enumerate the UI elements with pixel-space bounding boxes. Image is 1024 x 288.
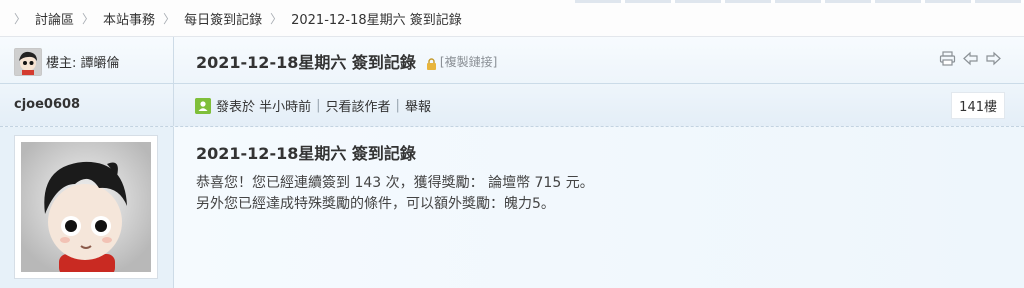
copy-link-button[interactable]: [複製鏈接] [440,53,497,70]
breadcrumb-forum[interactable]: 討論區 [35,9,74,28]
post-content: 恭喜您！您已經連續簽到 143 次，獲得獎勵： 論壇幣 715 元。 另外您已經… [196,173,594,215]
breadcrumb-daily-checkin[interactable]: 每日簽到記錄 [184,9,262,28]
floor-number[interactable]: 141樓 [951,92,1005,119]
chevron-right-icon: 〉 [270,11,283,26]
chevron-right-icon: 〉 [82,11,95,26]
chevron-right-icon: 〉 [14,11,27,26]
online-status-icon [195,97,211,114]
report-link[interactable]: 舉報 [405,96,431,115]
thread-title-row: 2021-12-18星期六 簽到記錄 [複製鏈接] [196,49,497,73]
thread-tools [939,50,1002,67]
meta-divider: | [316,98,321,113]
prev-thread-icon[interactable] [962,50,979,67]
post-avatar-column [0,127,174,288]
top-tab-strip [575,0,1024,3]
chevron-right-icon: 〉 [163,11,176,26]
print-icon[interactable] [939,50,956,67]
only-author-link[interactable]: 只看該作者 [326,96,391,115]
post-time: 發表於 半小時前 [216,100,312,115]
post-author[interactable]: cjoe0608 [14,97,80,112]
checkin-reward-line: 恭喜您！您已經連續簽到 143 次，獲得獎勵： 論壇幣 715 元。 [196,175,594,191]
post-meta: 發表於 半小時前 | 只看該作者 | 舉報 [195,96,431,115]
next-thread-icon[interactable] [985,50,1002,67]
breadcrumb-site-affairs[interactable]: 本站事務 [103,9,155,28]
lock-icon [426,55,437,70]
post-author-column: cjoe0608 [0,84,174,126]
author-avatar[interactable] [14,135,158,279]
breadcrumb: 〉 討論區 〉 本站事務 〉 每日簽到記錄 〉 2021-12-18星期六 簽到… [0,0,1024,37]
op-avatar[interactable] [14,48,42,76]
special-reward-line: 另外您已經達成特殊獎勵的條件，可以額外獎勵：魄力5。 [196,196,555,212]
breadcrumb-current-thread[interactable]: 2021-12-18星期六 簽到記錄 [291,9,462,28]
thread-title: 2021-12-18星期六 簽到記錄 [196,53,416,72]
avatar-image [21,142,151,272]
thread-op-column: 樓主: 譚皭倫 [0,37,174,83]
post-body: 2021-12-18星期六 簽到記錄 恭喜您！您已經連續簽到 143 次，獲得獎… [0,127,1024,288]
post-meta-bar: cjoe0608 發表於 半小時前 | 只看該作者 | 舉報 141樓 [0,84,1024,127]
thread-op-label[interactable]: 樓主: 譚皭倫 [46,52,120,71]
meta-divider: | [395,98,400,113]
thread-header: 樓主: 譚皭倫 2021-12-18星期六 簽到記錄 [複製鏈接] [0,37,1024,84]
post-title: 2021-12-18星期六 簽到記錄 [196,144,416,163]
